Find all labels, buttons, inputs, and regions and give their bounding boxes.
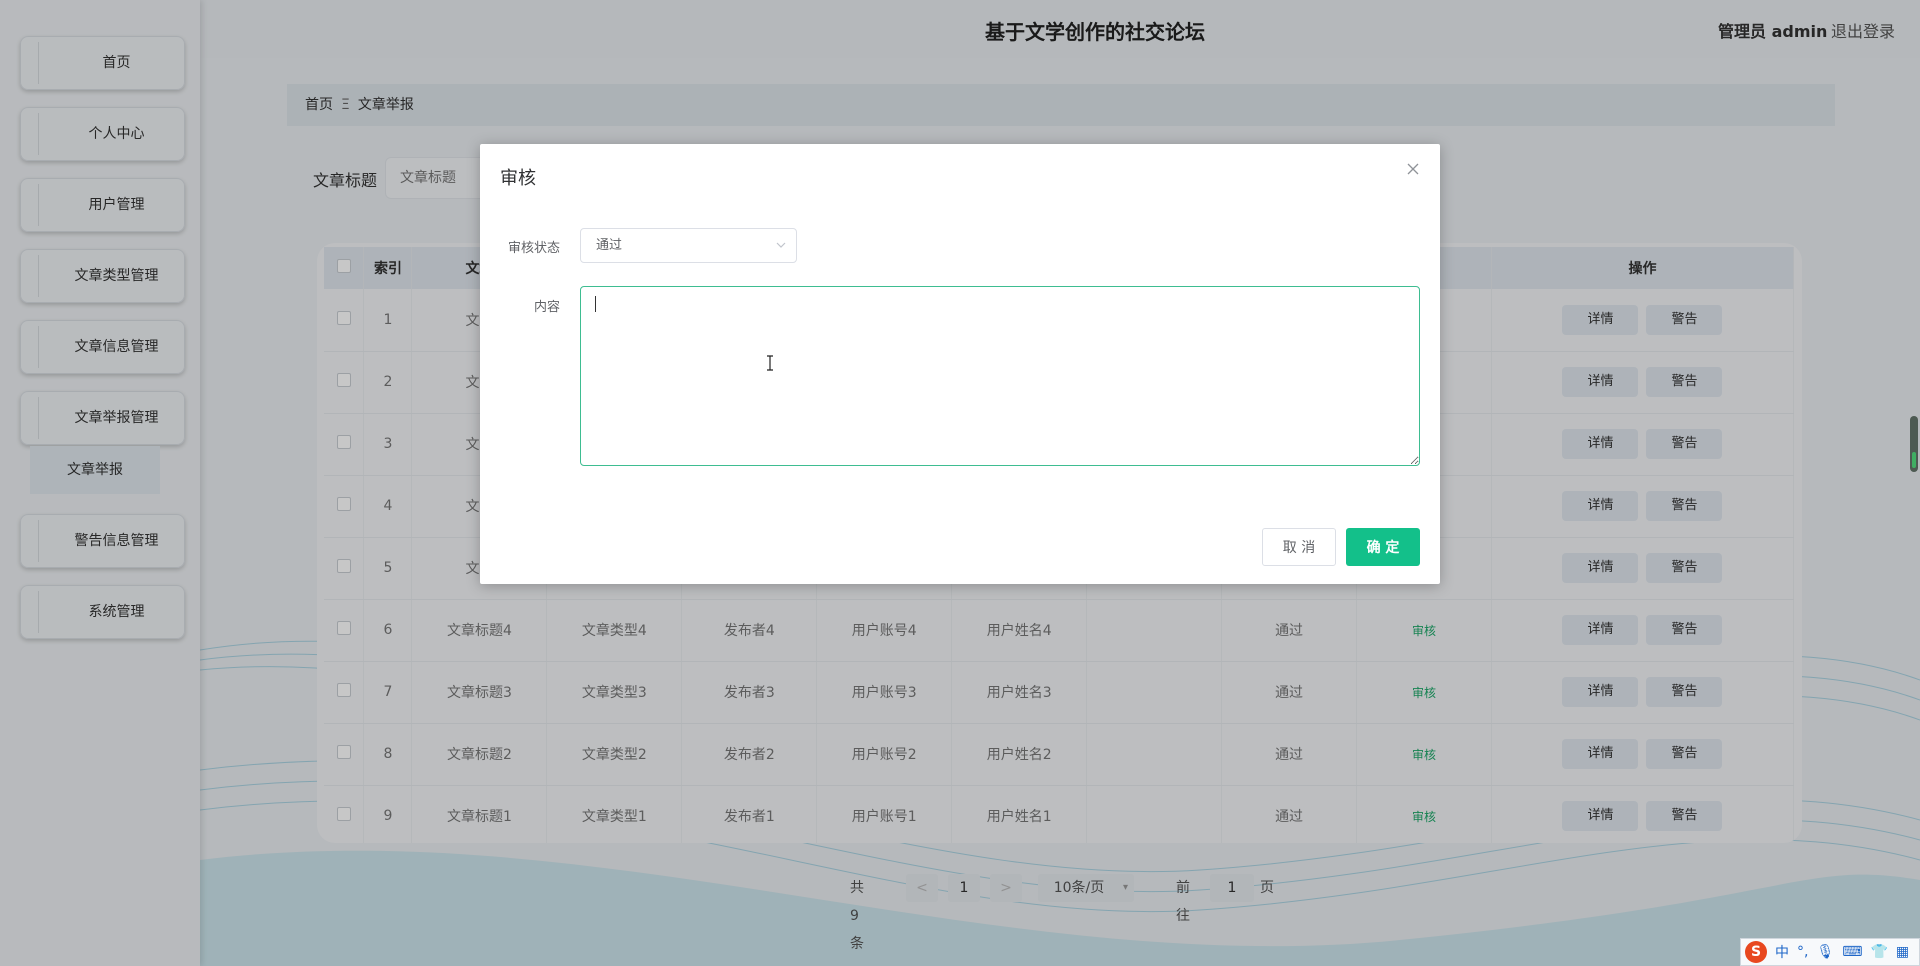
close-icon[interactable] [1404, 160, 1422, 178]
ime-punctuation-toggle[interactable]: °, [1797, 944, 1808, 960]
text-caret [595, 296, 596, 312]
audit-dialog: 审核 审核状态 通过 内容 取 消 确 定 [480, 144, 1440, 584]
audit-status-label: 审核状态 [507, 241, 560, 256]
sogou-logo-icon[interactable]: S [1745, 941, 1767, 963]
audit-status-select[interactable]: 通过 [580, 228, 797, 263]
skin-shirt-icon[interactable]: 👕 [1870, 944, 1887, 960]
ime-mode-toggle[interactable]: 中 [1775, 942, 1789, 962]
content-textarea[interactable] [580, 286, 1420, 466]
ime-toolbar: S 中 °, 🎙 ⌨ 👕 ▦ [1740, 938, 1920, 966]
content-label: 内容 [533, 300, 560, 315]
side-scroll-indicator[interactable] [1910, 416, 1918, 472]
audit-status-value: 通过 [596, 238, 623, 253]
confirm-button[interactable]: 确 定 [1346, 528, 1420, 566]
text-cursor-icon [767, 355, 773, 371]
microphone-icon[interactable]: 🎙 [1816, 944, 1834, 960]
keyboard-icon[interactable]: ⌨ [1842, 944, 1862, 960]
cancel-button[interactable]: 取 消 [1262, 528, 1336, 566]
grid-menu-icon[interactable]: ▦ [1896, 944, 1909, 960]
dialog-title: 审核 [500, 168, 536, 189]
chevron-down-icon [776, 242, 786, 248]
